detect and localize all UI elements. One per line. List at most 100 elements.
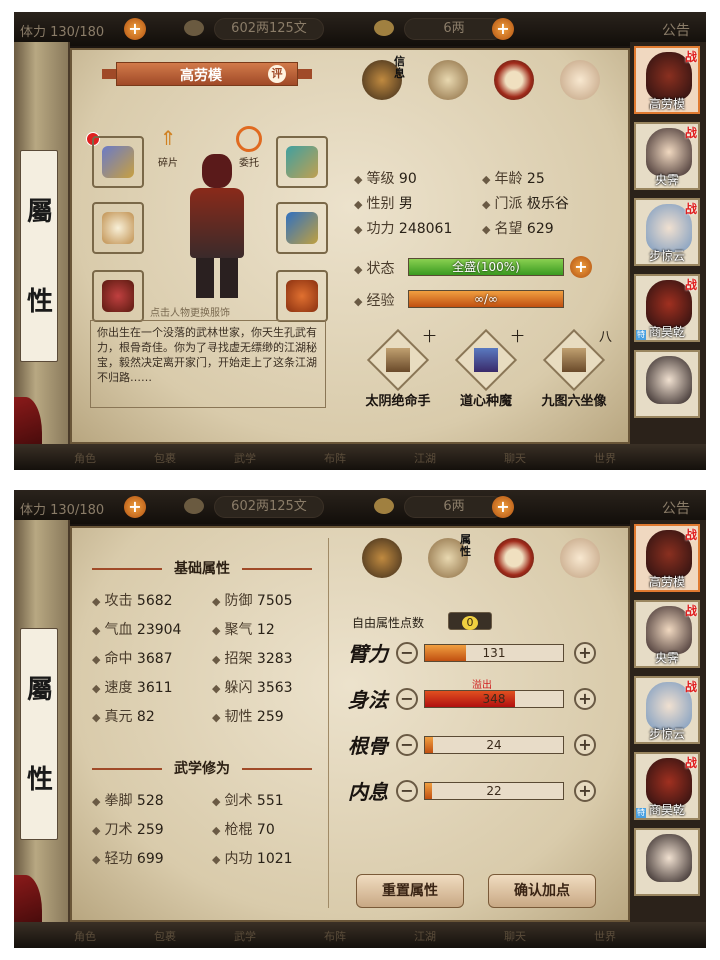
rate-button[interactable]: 评 [268, 65, 286, 83]
party-member-3[interactable]: 战步惊云 [634, 676, 700, 744]
tab-meridian[interactable] [556, 56, 604, 104]
tab-icons: 属性 [358, 534, 610, 584]
nav-item[interactable]: 世界 [594, 450, 616, 466]
announcement-button[interactable]: 公告 [662, 20, 690, 40]
confirm-points-button[interactable]: 确认加点 [488, 874, 596, 908]
attr-name: 内息 [348, 780, 388, 804]
avatar [646, 834, 692, 882]
mask-icon [102, 280, 134, 312]
increase-button[interactable]: + [574, 780, 596, 802]
party-member-1[interactable]: 战高劳模 [634, 524, 700, 592]
gold-icon [374, 20, 394, 36]
equip-slot-armor[interactable] [276, 202, 328, 254]
gold-icon [374, 498, 394, 514]
basic-stat: ◆ 真元 82 [92, 709, 155, 725]
nav-item[interactable]: 江湖 [414, 928, 436, 944]
party-member-4[interactable]: 战商昊乾特 [634, 274, 700, 342]
decrease-button[interactable]: − [396, 688, 418, 710]
nav-item[interactable]: 布阵 [324, 928, 346, 944]
basic-stat: ◆ 韧性 259 [212, 709, 284, 725]
nav-item[interactable]: 武学 [234, 450, 256, 466]
equip-slot-pouch[interactable] [276, 270, 328, 322]
tab-char-1: 屬 [26, 675, 53, 705]
battle-badge: 战 [684, 604, 697, 618]
increase-button[interactable]: + [574, 642, 596, 664]
party-member-4[interactable]: 战商昊乾特 [634, 752, 700, 820]
hero-name-banner: 高劳模 评 [102, 60, 312, 88]
tab-martial[interactable] [490, 534, 538, 582]
scroll-bundle-icon [474, 348, 498, 372]
ornament-icon [102, 212, 134, 244]
decrease-button[interactable]: − [396, 734, 418, 756]
decrease-button[interactable]: − [396, 642, 418, 664]
tab-meridian[interactable] [556, 534, 604, 582]
announcement-button[interactable]: 公告 [662, 498, 690, 518]
fragment-arrow-icon[interactable]: ⇑ [156, 126, 180, 156]
party-member-1[interactable]: 战高劳模 [634, 46, 700, 114]
party-member-name: 高劳模 [648, 97, 685, 111]
restore-status-button[interactable]: + [570, 256, 592, 278]
equip-slot-hat[interactable] [276, 136, 328, 188]
attribute-tab[interactable]: 屬 性 [20, 150, 58, 362]
nav-item[interactable]: 聊天 [504, 928, 526, 944]
attribute-tab[interactable]: 屬 性 [20, 628, 58, 840]
coin-icon [184, 20, 204, 36]
weapon-icon [102, 146, 134, 178]
basic-stat: ◆ 躲闪 3563 [212, 680, 293, 696]
skill-slot-1[interactable]: 太阴绝命手 十 [354, 328, 442, 409]
scroll-icon [428, 60, 468, 100]
armor-icon [286, 212, 318, 244]
battle-badge: 战 [684, 202, 697, 216]
battle-badge: 战 [684, 756, 697, 770]
add-gold-button[interactable]: + [492, 496, 514, 518]
tab-char-2: 性 [26, 287, 53, 317]
tab-attributes[interactable]: 属性 [424, 534, 472, 582]
reset-attr-button[interactable]: 重置属性 [356, 874, 464, 908]
pouch-icon [286, 280, 318, 312]
nav-item[interactable]: 布阵 [324, 450, 346, 466]
basic-stat: ◆ 速度 3611 [92, 680, 173, 696]
nav-item[interactable]: 角色 [74, 928, 96, 944]
party-member-5[interactable] [634, 350, 700, 418]
martial-stat: ◆ 内功 1021 [212, 851, 293, 867]
martial-stat: ◆ 剑术 551 [212, 793, 284, 809]
nav-item[interactable]: 聊天 [504, 450, 526, 466]
attr-name: 根骨 [348, 734, 388, 758]
tab-info[interactable]: 信息 [358, 56, 406, 104]
increase-button[interactable]: + [574, 734, 596, 756]
nav-item[interactable]: 世界 [594, 928, 616, 944]
nav-item[interactable]: 江湖 [414, 450, 436, 466]
party-member-5[interactable] [634, 828, 700, 896]
tab-attributes[interactable] [424, 56, 472, 104]
nav-item[interactable]: 包裹 [154, 928, 176, 944]
party-member-3[interactable]: 战步惊云 [634, 198, 700, 266]
tab-info[interactable] [358, 534, 406, 582]
increase-button[interactable]: + [574, 688, 596, 710]
add-gold-button[interactable]: + [492, 18, 514, 40]
stamina-text: 体力 130/180 [20, 503, 105, 518]
party-member-2[interactable]: 战央霁 [634, 600, 700, 668]
equip-slot-accessory[interactable] [92, 202, 144, 254]
add-stamina-button[interactable]: + [124, 496, 146, 518]
attr-name: 臂力 [348, 642, 388, 666]
party-member-2[interactable]: 战央霁 [634, 122, 700, 190]
basic-stat: ◆ 招架 3283 [212, 651, 293, 667]
status-bar: 全盛(100%) [408, 258, 564, 276]
skill-slot-3[interactable]: 九图六坐像 八 [530, 328, 618, 409]
decrease-button[interactable]: − [396, 780, 418, 802]
skill-rank-3: 八 [598, 330, 612, 345]
tab-martial[interactable] [490, 56, 538, 104]
attr-value: 22 [486, 784, 502, 798]
equip-slot-weapon[interactable] [92, 136, 144, 188]
nav-item[interactable]: 角色 [74, 450, 96, 466]
skill-slot-2[interactable]: 道心种魔 十 [442, 328, 530, 409]
nav-item[interactable]: 包裹 [154, 450, 176, 466]
left-scroll: 屬 性 [14, 520, 70, 930]
swap-icon[interactable] [236, 126, 262, 152]
nav-item[interactable]: 武学 [234, 928, 256, 944]
currency-display: 602两125文 [214, 18, 324, 40]
hero-figure[interactable] [172, 154, 262, 304]
equip-slot-mask[interactable] [92, 270, 144, 322]
add-stamina-button[interactable]: + [124, 18, 146, 40]
stat-age: ◆ 年龄 25 [482, 171, 545, 187]
